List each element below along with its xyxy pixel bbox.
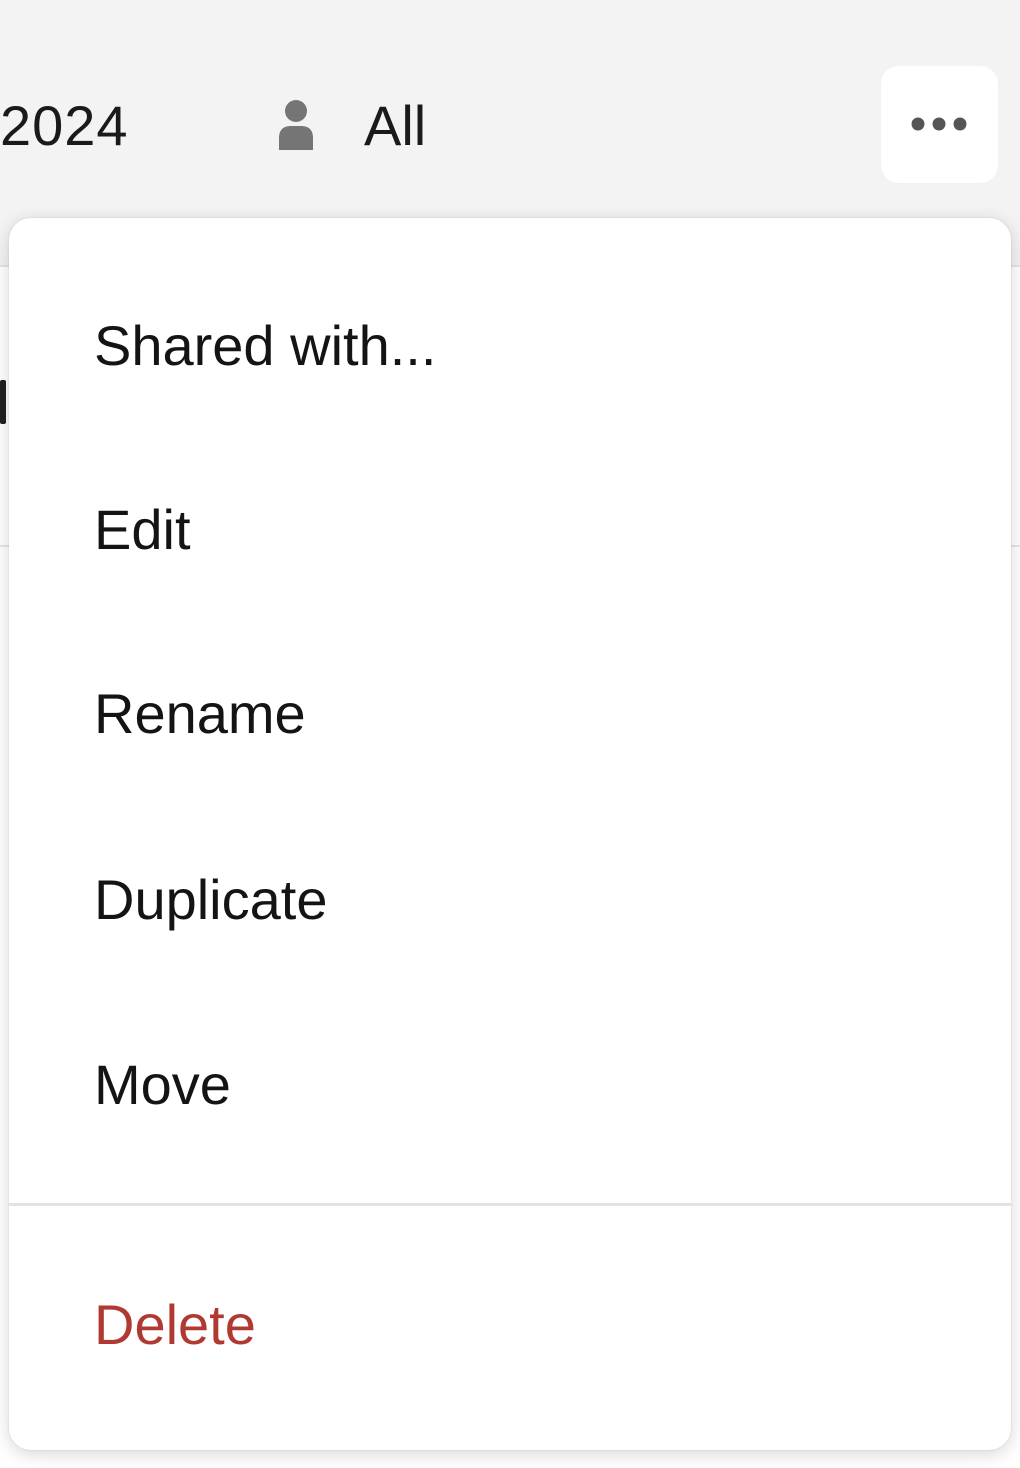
menu-item-label: Rename [94, 682, 306, 745]
context-menu: Shared with... Edit Rename Duplicate Mov… [9, 218, 1011, 1450]
menu-item-label: Shared with... [94, 314, 437, 377]
background-text-fragment [0, 380, 6, 424]
menu-divider [9, 1203, 1011, 1206]
menu-item-label: Delete [94, 1293, 256, 1356]
more-horizontal-icon [911, 117, 967, 131]
more-options-button[interactable] [881, 66, 998, 183]
menu-item-move[interactable]: Move [9, 993, 1011, 1177]
menu-item-rename[interactable]: Rename [9, 622, 1011, 806]
filter-label[interactable]: All [364, 92, 426, 160]
menu-item-label: Duplicate [94, 868, 328, 931]
menu-item-duplicate[interactable]: Duplicate [9, 808, 1011, 992]
menu-item-label: Move [94, 1053, 231, 1116]
menu-item-delete[interactable]: Delete [9, 1233, 1011, 1417]
date-label: 2024 [0, 94, 129, 157]
menu-item-label: Edit [94, 498, 191, 561]
menu-item-edit[interactable]: Edit [9, 438, 1011, 622]
menu-item-shared-with[interactable]: Shared with... [9, 254, 1011, 438]
person-icon [277, 98, 315, 152]
